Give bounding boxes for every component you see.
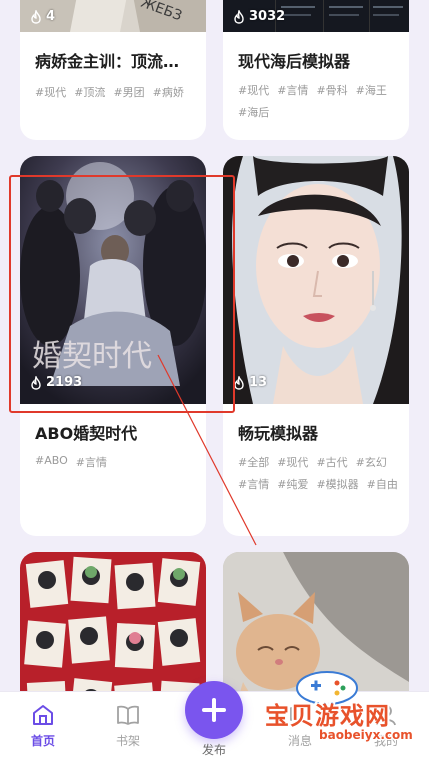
watermark-title: 宝贝游戏网 [265,702,390,730]
plus-icon [202,698,226,722]
home-icon [33,705,53,725]
publish-button[interactable] [185,681,243,739]
nav-home-label: 首页 [30,734,55,748]
nav-bookshelf[interactable]: 书架 [98,702,158,749]
annotation-line [157,354,257,546]
nav-home[interactable]: 首页 [13,702,73,749]
watermark-logo: 宝贝游戏网 baobeiyx.com [265,666,425,748]
publish-label: 发布 [201,743,226,757]
app-screen: ЖЕБЗ 4 病娇金主训：顶流… #现代 #顶流 #男团 #病娇 3032 现代… [0,0,429,762]
watermark-url: baobeiyx.com [319,728,413,742]
book-icon [117,705,139,725]
nav-bookshelf-label: 书架 [115,734,140,748]
